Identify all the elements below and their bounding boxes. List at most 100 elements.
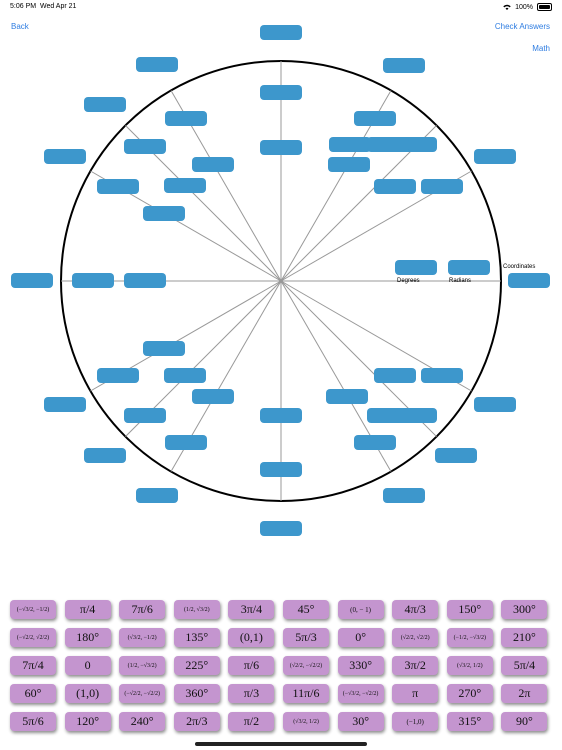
answer-tile[interactable]: (−1,0)	[392, 712, 439, 731]
degrees-dropbox-120[interactable]	[165, 111, 207, 126]
coordinates-dropbox-240[interactable]	[136, 488, 178, 503]
degrees-dropbox-330[interactable]	[374, 368, 416, 383]
answer-tile[interactable]: 135°	[173, 628, 220, 647]
answer-tile[interactable]: (−√3/2, −1/2)	[10, 600, 56, 619]
coordinates-dropbox-90[interactable]	[260, 25, 302, 40]
answer-tile[interactable]: π/4	[64, 600, 111, 619]
answer-tile[interactable]: 225°	[173, 656, 220, 675]
degrees-dropbox-210[interactable]	[97, 368, 139, 383]
radians-dropbox-30[interactable]	[374, 179, 416, 194]
answer-tile[interactable]: 120°	[64, 712, 111, 731]
answer-tile[interactable]: 3π/4	[228, 600, 275, 619]
answer-tile[interactable]: 360°	[173, 684, 220, 703]
answer-tile[interactable]: 210°	[501, 628, 548, 647]
coordinates-dropbox-135[interactable]	[84, 97, 126, 112]
answer-tile[interactable]: 11π/6	[283, 684, 329, 703]
degrees-dropbox-90[interactable]	[260, 140, 302, 155]
radians-dropbox-240[interactable]	[165, 435, 207, 450]
answer-tile[interactable]: 5π/4	[501, 656, 548, 675]
coordinates-dropbox-120[interactable]	[136, 57, 178, 72]
answer-tile[interactable]: 0	[64, 656, 111, 675]
coordinates-dropbox-45[interactable]	[474, 149, 516, 164]
radians-dropbox-270[interactable]	[260, 462, 302, 477]
answer-tile[interactable]: (0, − 1)	[337, 600, 384, 619]
coordinates-dropbox-180[interactable]	[11, 273, 53, 288]
answer-tile[interactable]: (√3/2, −1/2)	[119, 628, 166, 647]
coordinates-dropbox-150[interactable]	[44, 149, 86, 164]
answer-tile[interactable]: 300°	[501, 600, 548, 619]
radians-dropbox-330[interactable]	[421, 368, 463, 383]
degrees-dropbox-150[interactable]	[97, 179, 139, 194]
answer-tile[interactable]: (√2/2, −√2/2)	[283, 656, 329, 675]
radians-dropbox-60[interactable]	[367, 137, 409, 152]
radians-dropbox-210[interactable]	[143, 341, 185, 356]
coordinates-dropbox-315[interactable]	[435, 448, 477, 463]
answer-tile[interactable]: (1/2, √3/2)	[173, 600, 220, 619]
answer-tile[interactable]: 2π	[501, 684, 548, 703]
coordinates-dropbox-210[interactable]	[44, 397, 86, 412]
coordinates-dropbox-60[interactable]	[383, 58, 425, 73]
answer-tile[interactable]: 315°	[446, 712, 493, 731]
answer-tile[interactable]: (−√2/2, √2/2)	[10, 628, 56, 647]
degrees-label: Degrees	[397, 278, 420, 284]
answer-tile[interactable]: (−1/2, −√3/2)	[446, 628, 493, 647]
answer-tile[interactable]: π/2	[228, 712, 275, 731]
answer-tile[interactable]: (√3/2, 1/2)	[446, 656, 493, 675]
answer-tile[interactable]: (−√3/2, −√2/2)	[337, 684, 384, 703]
coordinates-dropbox-30[interactable]	[421, 179, 463, 194]
unit-circle-board	[0, 0, 562, 560]
answer-tile[interactable]: (√2/2, √2/2)	[392, 628, 439, 647]
degrees-dropbox-225[interactable]	[164, 368, 206, 383]
answer-tile[interactable]: 90°	[501, 712, 548, 731]
radians-dropbox-150[interactable]	[143, 206, 185, 221]
answer-tile[interactable]: 3π/2	[392, 656, 439, 675]
degrees-dropbox-270[interactable]	[260, 408, 302, 423]
degrees-dropbox-240[interactable]	[124, 408, 166, 423]
answer-tile[interactable]: π/6	[228, 656, 275, 675]
answer-tile[interactable]: (1,0)	[64, 684, 111, 703]
radians-dropbox-225[interactable]	[192, 389, 234, 404]
degrees-dropbox-0[interactable]	[395, 260, 437, 275]
degrees-dropbox-45[interactable]	[329, 137, 371, 152]
answer-tile[interactable]: 4π/3	[392, 600, 439, 619]
coordinates-dropbox-225[interactable]	[84, 448, 126, 463]
answer-tile[interactable]: (0,1)	[228, 628, 275, 647]
radians-label: Radians	[449, 278, 472, 284]
answer-tile[interactable]: 30°	[337, 712, 384, 731]
radians-dropbox-90[interactable]	[260, 85, 302, 100]
answer-tile[interactable]: 240°	[119, 712, 166, 731]
degrees-dropbox-180[interactable]	[72, 273, 114, 288]
answer-tile[interactable]: 7π/4	[10, 656, 56, 675]
radians-dropbox-120[interactable]	[124, 139, 166, 154]
answer-tile[interactable]: 60°	[10, 684, 56, 703]
radians-dropbox-135[interactable]	[192, 157, 234, 172]
degrees-dropbox-30[interactable]	[328, 157, 370, 172]
answer-tile[interactable]: 0°	[337, 628, 384, 647]
answer-tile[interactable]: 180°	[64, 628, 111, 647]
answer-tile[interactable]: 330°	[337, 656, 384, 675]
answer-tile[interactable]: 7π/6	[119, 600, 166, 619]
answer-tile[interactable]: 270°	[446, 684, 493, 703]
coordinates-dropbox-0[interactable]	[508, 273, 550, 288]
answer-tile[interactable]: 150°	[446, 600, 493, 619]
degrees-dropbox-300[interactable]	[354, 435, 396, 450]
answer-tile[interactable]: 2π/3	[173, 712, 220, 731]
coordinates-dropbox-270[interactable]	[260, 521, 302, 536]
answer-tile[interactable]: (−√2/2, −√2/2)	[119, 684, 166, 703]
degrees-dropbox-135[interactable]	[164, 178, 206, 193]
answer-tile[interactable]: π	[392, 684, 439, 703]
degrees-dropbox-60[interactable]	[354, 111, 396, 126]
radians-dropbox-315[interactable]	[395, 408, 437, 423]
answer-tile[interactable]: (1/2, −√3/2)	[119, 656, 166, 675]
radians-dropbox-180[interactable]	[124, 273, 166, 288]
coordinates-dropbox-300[interactable]	[383, 488, 425, 503]
radians-dropbox-0[interactable]	[448, 260, 490, 275]
degrees-dropbox-315[interactable]	[326, 389, 368, 404]
answer-tile[interactable]: 45°	[283, 600, 329, 619]
home-indicator	[195, 742, 367, 746]
answer-tile[interactable]: (√3/2, 1/2)	[283, 712, 329, 731]
coordinates-dropbox-330[interactable]	[474, 397, 516, 412]
answer-tile[interactable]: 5π/3	[283, 628, 329, 647]
answer-tile[interactable]: π/3	[228, 684, 275, 703]
answer-tile[interactable]: 5π/6	[10, 712, 56, 731]
